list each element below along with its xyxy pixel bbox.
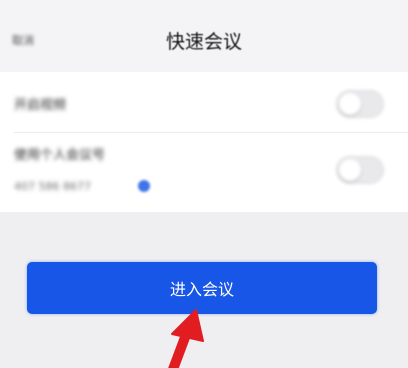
arrow-up-icon [168,309,204,368]
